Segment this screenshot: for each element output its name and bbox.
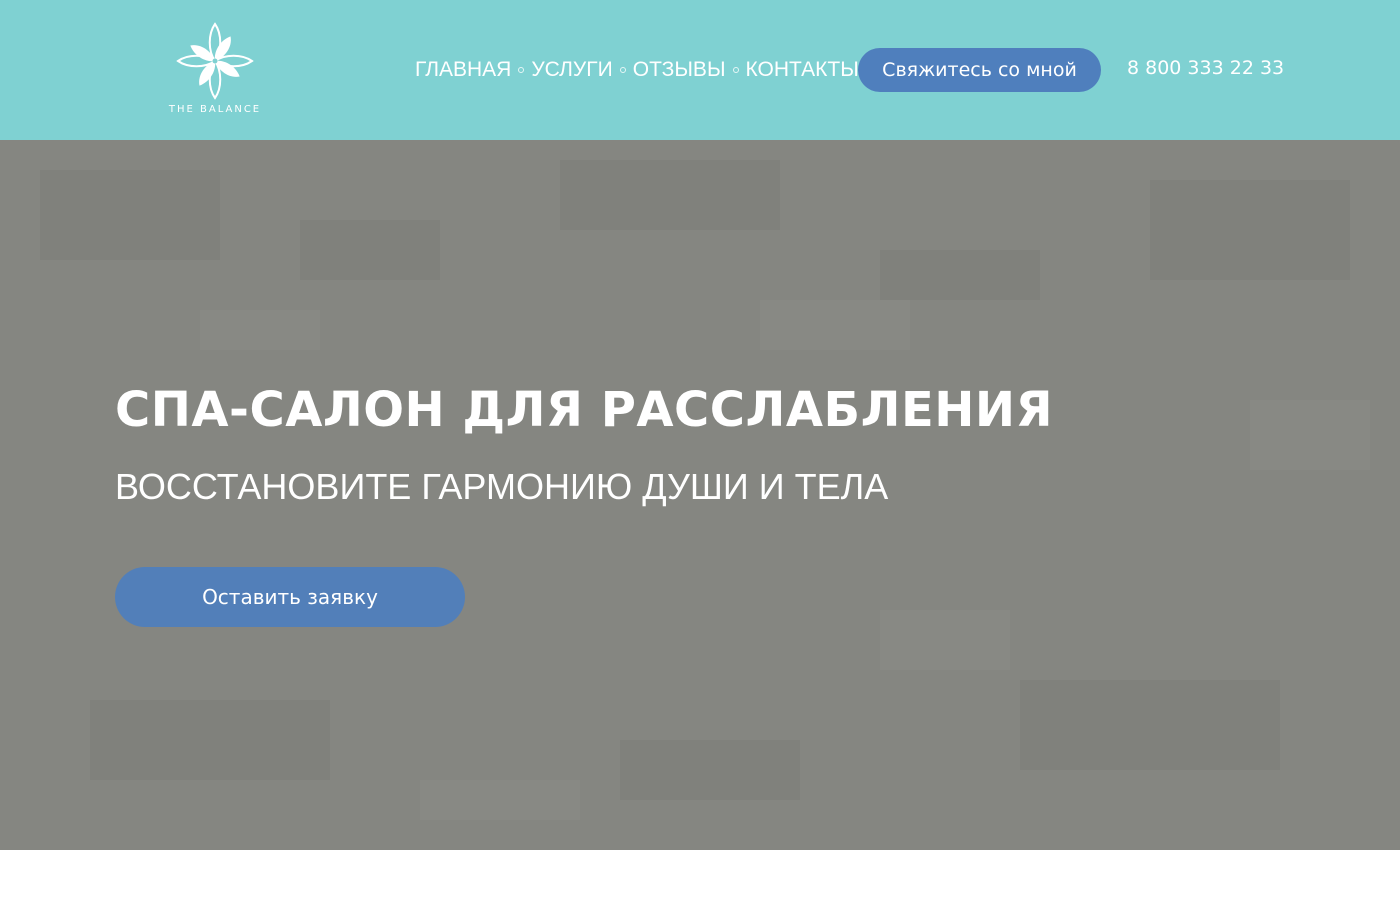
nav-item-contacts[interactable]: КОНТАКТЫ	[746, 58, 859, 82]
hero-subtitle: ВОССТАНОВИТЕ ГАРМОНИЮ ДУШИ И ТЕЛА	[115, 466, 889, 507]
nav-item-home[interactable]: ГЛАВНАЯ	[415, 58, 511, 82]
nav-separator-dot	[518, 67, 525, 73]
hero-section: СПА-САЛОН ДЛЯ РАССЛАБЛЕНИЯ ВОССТАНОВИТЕ …	[0, 140, 1400, 850]
site-header: THE BALANCE ГЛАВНАЯ УСЛУГИ ОТЗЫВЫ КОНТАК…	[0, 0, 1400, 140]
nav-item-reviews[interactable]: ОТЗЫВЫ	[633, 58, 726, 82]
main-nav: ГЛАВНАЯ УСЛУГИ ОТЗЫВЫ КОНТАКТЫ	[415, 56, 859, 84]
logo-text: THE BALANCE	[168, 104, 262, 115]
nav-item-services[interactable]: УСЛУГИ	[531, 58, 612, 82]
flower-logo-icon	[176, 22, 254, 100]
nav-separator-dot	[732, 67, 739, 73]
leave-request-button[interactable]: Оставить заявку	[115, 567, 465, 627]
hero-title: СПА-САЛОН ДЛЯ РАССЛАБЛЕНИЯ	[115, 382, 1054, 438]
phone-number-link[interactable]: 8 800 333 22 33	[1127, 57, 1284, 79]
contact-me-button[interactable]: Свяжитесь со мной	[858, 48, 1101, 92]
logo[interactable]: THE BALANCE	[165, 18, 265, 118]
page-bottom-strip	[0, 850, 1400, 900]
nav-separator-dot	[619, 67, 626, 73]
